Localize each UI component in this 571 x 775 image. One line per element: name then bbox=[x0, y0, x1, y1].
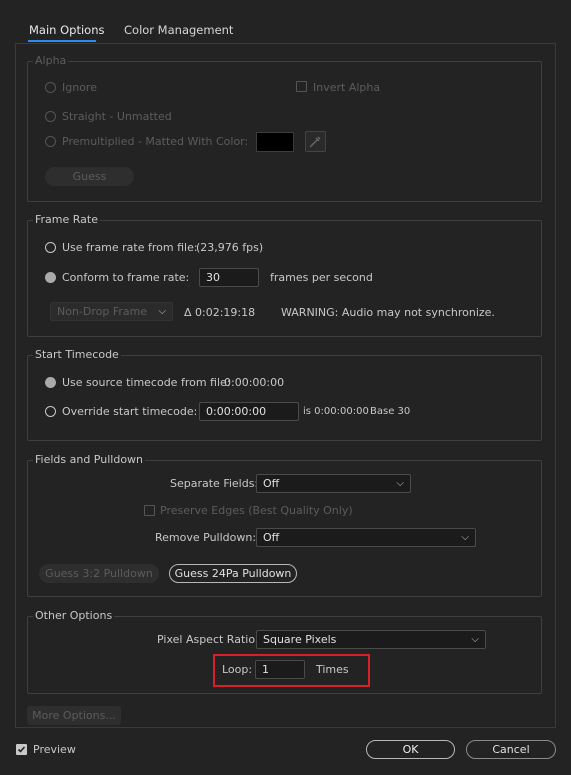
matte-color-swatch[interactable] bbox=[256, 132, 294, 152]
separate-fields-select[interactable]: Off ⌵ bbox=[256, 474, 411, 493]
preview-label: Preview bbox=[33, 743, 76, 756]
source-timecode-value: 0:00:00:00 bbox=[224, 376, 285, 389]
ok-button[interactable]: OK bbox=[366, 740, 455, 759]
use-source-timecode-radio[interactable] bbox=[45, 377, 56, 388]
chevron-down-icon: ⌵ bbox=[461, 532, 469, 543]
loop-count-input[interactable]: 1 bbox=[255, 660, 305, 679]
invert-alpha-checkbox[interactable] bbox=[296, 81, 307, 92]
preview-checkbox[interactable] bbox=[16, 744, 27, 755]
chevron-down-icon: ⌵ bbox=[471, 634, 479, 645]
drop-frame-select[interactable]: Non-Drop Frame ⌵ bbox=[50, 302, 173, 321]
use-frame-rate-from-file-label: Use frame rate from file: bbox=[62, 241, 198, 254]
timecode-base-text: Base 30 bbox=[370, 406, 411, 417]
override-timecode-input[interactable]: 0:00:00:00 bbox=[199, 402, 299, 421]
guess-32-pulldown-button[interactable]: Guess 3:2 Pulldown bbox=[39, 564, 159, 583]
more-options-button[interactable]: More Options... bbox=[27, 706, 121, 725]
alpha-group-title: Alpha bbox=[33, 54, 69, 67]
pixel-aspect-ratio-label: Pixel Aspect Ratio: bbox=[157, 633, 259, 646]
audio-warning: WARNING: Audio may not synchronize. bbox=[281, 306, 495, 319]
use-source-timecode-label: Use source timecode from file: bbox=[62, 376, 231, 389]
fps-suffix-label: frames per second bbox=[270, 271, 373, 284]
conform-fps-input[interactable]: 30 bbox=[199, 268, 259, 287]
remove-pulldown-value: Off bbox=[263, 531, 280, 544]
preserve-edges-label: Preserve Edges (Best Quality Only) bbox=[160, 504, 353, 517]
override-timecode-label: Override start timecode: bbox=[62, 405, 198, 418]
tab-color-management[interactable]: Color Management bbox=[124, 23, 233, 37]
ignore-label: Ignore bbox=[62, 81, 97, 94]
remove-pulldown-select[interactable]: Off ⌵ bbox=[256, 528, 476, 547]
frame-rate-group-title: Frame Rate bbox=[33, 213, 100, 226]
separate-fields-label: Separate Fields: bbox=[170, 477, 259, 490]
chevron-down-icon: ⌵ bbox=[396, 478, 404, 489]
active-tab-indicator bbox=[28, 40, 96, 42]
cancel-button[interactable]: Cancel bbox=[466, 740, 556, 759]
conform-frame-rate-label: Conform to frame rate: bbox=[62, 271, 190, 284]
straight-unmatted-label: Straight - Unmatted bbox=[62, 110, 172, 123]
drop-frame-value: Non-Drop Frame bbox=[57, 305, 148, 318]
guess-24pa-pulldown-button[interactable]: Guess 24Pa Pulldown bbox=[169, 564, 297, 583]
tab-main-options[interactable]: Main Options bbox=[29, 23, 104, 37]
conform-frame-rate-radio[interactable] bbox=[45, 272, 56, 283]
use-frame-rate-from-file-radio[interactable] bbox=[45, 242, 56, 253]
pixel-aspect-ratio-select[interactable]: Square Pixels ⌵ bbox=[256, 630, 486, 649]
start-timecode-group-title: Start Timecode bbox=[33, 348, 121, 361]
loop-label: Loop: bbox=[222, 663, 253, 676]
straight-unmatted-radio[interactable] bbox=[45, 111, 56, 122]
duration-delta: Δ 0:02:19:18 bbox=[184, 306, 256, 319]
chevron-down-icon: ⌵ bbox=[158, 306, 166, 317]
premultiplied-label: Premultiplied - Matted With Color: bbox=[62, 135, 249, 148]
fields-pulldown-group-title: Fields and Pulldown bbox=[33, 453, 146, 466]
remove-pulldown-label: Remove Pulldown: bbox=[155, 531, 257, 544]
pixel-aspect-ratio-value: Square Pixels bbox=[263, 633, 337, 646]
preserve-edges-checkbox[interactable] bbox=[144, 505, 155, 516]
invert-alpha-label: Invert Alpha bbox=[313, 81, 381, 94]
other-options-group-title: Other Options bbox=[33, 609, 115, 622]
guess-alpha-button[interactable]: Guess bbox=[45, 167, 134, 186]
timecode-is-text: is 0:00:00:00 bbox=[303, 406, 369, 417]
start-timecode-group bbox=[27, 355, 542, 441]
eyedropper-icon bbox=[309, 136, 321, 148]
override-timecode-radio[interactable] bbox=[45, 406, 56, 417]
premultiplied-radio[interactable] bbox=[45, 136, 56, 147]
eyedropper-button[interactable] bbox=[305, 131, 326, 152]
file-fps-value: (23,976 fps) bbox=[196, 241, 264, 254]
loop-times-label: Times bbox=[316, 663, 349, 676]
separate-fields-value: Off bbox=[263, 477, 280, 490]
ignore-radio[interactable] bbox=[45, 82, 56, 93]
checkmark-icon bbox=[17, 746, 26, 753]
